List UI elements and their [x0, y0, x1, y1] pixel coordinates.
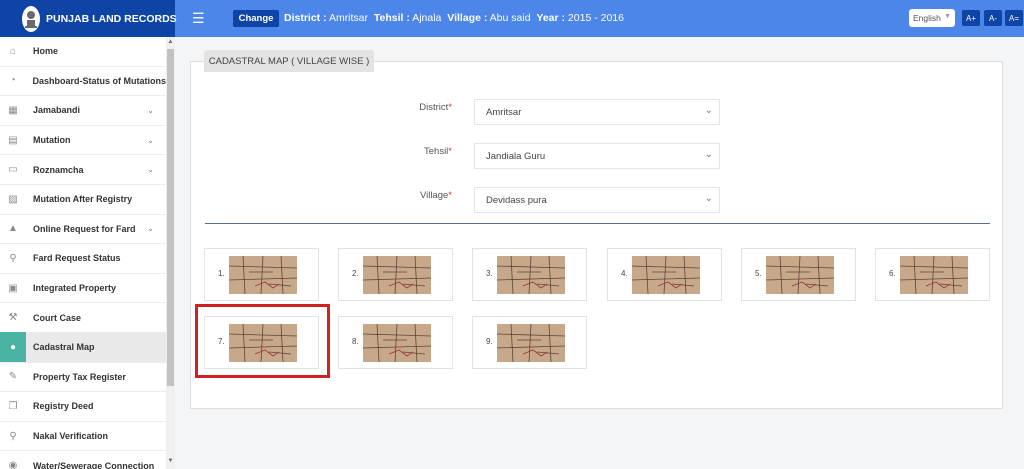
chevron-down-icon: ⌄	[704, 105, 713, 116]
district-label: District :	[284, 12, 327, 24]
village-row: Village* Devidass pura ⌄	[340, 187, 740, 213]
district-value: Amritsar	[328, 12, 369, 24]
gavel-icon: ⚒	[8, 312, 18, 324]
sidebar-item-roznamcha[interactable]: ▭ Roznamcha ⌄	[0, 155, 166, 185]
map-thumbnail	[229, 256, 297, 294]
map-tile[interactable]: 5.	[741, 248, 856, 301]
chevron-down-icon: ⌄	[704, 193, 713, 204]
map-tile[interactable]: 9.	[472, 316, 587, 369]
home-icon: ⌂	[9, 45, 17, 57]
sidebar-item-fard-request-status[interactable]: ⚲ Fard Request Status	[0, 244, 166, 274]
menu-toggle-icon[interactable]: ☰	[192, 11, 205, 25]
sidebar: ⌂ Home ◔ Dashboard-Status of Mutations ▦ Ja…	[0, 37, 167, 469]
map-tile[interactable]: 1.	[204, 248, 319, 301]
language-select[interactable]: English ▼	[909, 9, 955, 27]
copy-icon: ❐	[8, 400, 18, 412]
brand[interactable]: PUNJAB LAND RECORDS	[0, 0, 177, 37]
year-value: 2015 - 2016	[567, 12, 624, 24]
font-increase-button[interactable]: A+	[962, 10, 980, 26]
language-value: English	[913, 13, 941, 23]
sidebar-item-water-sewerage[interactable]: ◉ Water/Sewerage Connection	[0, 451, 166, 469]
map-highlight-box	[195, 304, 330, 378]
sidebar-item-registry-deed[interactable]: ❐ Registry Deed	[0, 392, 166, 422]
district-field-label: District*	[419, 102, 452, 113]
search-icon: ⚲	[9, 252, 17, 264]
chevron-down-icon: ⌄	[147, 224, 154, 234]
tehsil-row: Tehsil* Jandiala Guru ⌄	[340, 143, 740, 169]
tehsil-select[interactable]: Jandiala Guru ⌄	[474, 143, 720, 169]
sidebar-item-home[interactable]: ⌂ Home	[0, 37, 166, 67]
location-info: District : Amritsar Tehsil : Ajnala Vill…	[284, 12, 624, 24]
change-button[interactable]: Change	[233, 10, 279, 27]
edit-icon: ✎	[8, 371, 18, 383]
chevron-down-icon: ▼	[944, 13, 951, 20]
brand-title: PUNJAB LAND RECORDS	[46, 12, 177, 25]
book-icon: ▭	[8, 164, 18, 176]
map-tile[interactable]: 6.	[875, 248, 990, 301]
map-thumbnail	[632, 256, 700, 294]
map-tile[interactable]: 3.	[472, 248, 587, 301]
table-icon: ▦	[8, 104, 18, 116]
sidebar-item-online-request-fard[interactable]: ▲ Online Request for Fard ⌄	[0, 215, 166, 245]
map-thumbnail	[363, 324, 431, 362]
dashboard-icon: ◔	[9, 75, 16, 87]
map-thumbnail	[900, 256, 968, 294]
tehsil-label: Tehsil :	[373, 12, 410, 24]
font-reset-button[interactable]: A=	[1005, 10, 1023, 26]
village-field-label: Village*	[419, 190, 452, 201]
tehsil-field-label: Tehsil*	[424, 146, 452, 157]
sidebar-scroll-thumb[interactable]	[167, 49, 174, 386]
sidebar-item-mutation-after-registry[interactable]: ▨ Mutation After Registry	[0, 185, 166, 215]
fire-icon: ▲	[8, 223, 18, 235]
sidebar-item-mutation[interactable]: ▤ Mutation ⌄	[0, 126, 166, 156]
sidebar-item-integrated-property[interactable]: ▣ Integrated Property	[0, 274, 166, 304]
map-tile[interactable]: 4.	[607, 248, 722, 301]
file-icon: ▤	[8, 134, 18, 146]
bank-icon: ▣	[8, 282, 18, 294]
font-decrease-button[interactable]: A-	[984, 10, 1002, 26]
sidebar-item-jamabandi[interactable]: ▦ Jamabandi ⌄	[0, 96, 166, 126]
emblem-icon	[22, 5, 40, 32]
map-marker-icon: ●	[0, 332, 26, 363]
tehsil-value: Ajnala	[412, 12, 442, 24]
map-thumbnail	[497, 324, 565, 362]
chevron-down-icon: ⌄	[704, 149, 713, 160]
map-tile[interactable]: 2.	[338, 248, 453, 301]
district-row: District* Amritsar ⌄	[340, 99, 740, 125]
scroll-up-icon[interactable]: ▲	[167, 38, 174, 47]
year-label: Year :	[536, 12, 565, 24]
map-thumbnail	[766, 256, 834, 294]
village-value: Abu said	[489, 12, 531, 24]
briefcase-icon: ▨	[8, 193, 18, 205]
village-select[interactable]: Devidass pura ⌄	[474, 187, 720, 213]
chevron-down-icon: ⌄	[147, 165, 154, 175]
sidebar-item-property-tax-register[interactable]: ✎ Property Tax Register	[0, 363, 166, 393]
sidebar-item-court-case[interactable]: ⚒ Court Case	[0, 303, 166, 333]
map-thumbnail	[497, 256, 565, 294]
panel-title: CADASTRAL MAP ( VILLAGE WISE )	[204, 50, 374, 72]
sidebar-item-dashboard[interactable]: ◔ Dashboard-Status of Mutations	[0, 67, 166, 97]
district-select[interactable]: Amritsar ⌄	[474, 99, 720, 125]
divider	[205, 223, 990, 224]
sidebar-item-nakal-verification[interactable]: ⚲ Nakal Verification	[0, 422, 166, 452]
search-icon: ⚲	[9, 430, 17, 442]
village-label: Village :	[447, 12, 488, 24]
chevron-down-icon: ⌄	[147, 105, 154, 115]
chevron-down-icon: ⌄	[147, 135, 154, 145]
sidebar-item-cadastral-map[interactable]: ● Cadastral Map	[0, 332, 166, 363]
scroll-down-icon[interactable]: ▼	[167, 457, 174, 466]
map-thumbnail	[363, 256, 431, 294]
drop-icon: ◉	[8, 460, 18, 469]
map-tile[interactable]: 8.	[338, 316, 453, 369]
